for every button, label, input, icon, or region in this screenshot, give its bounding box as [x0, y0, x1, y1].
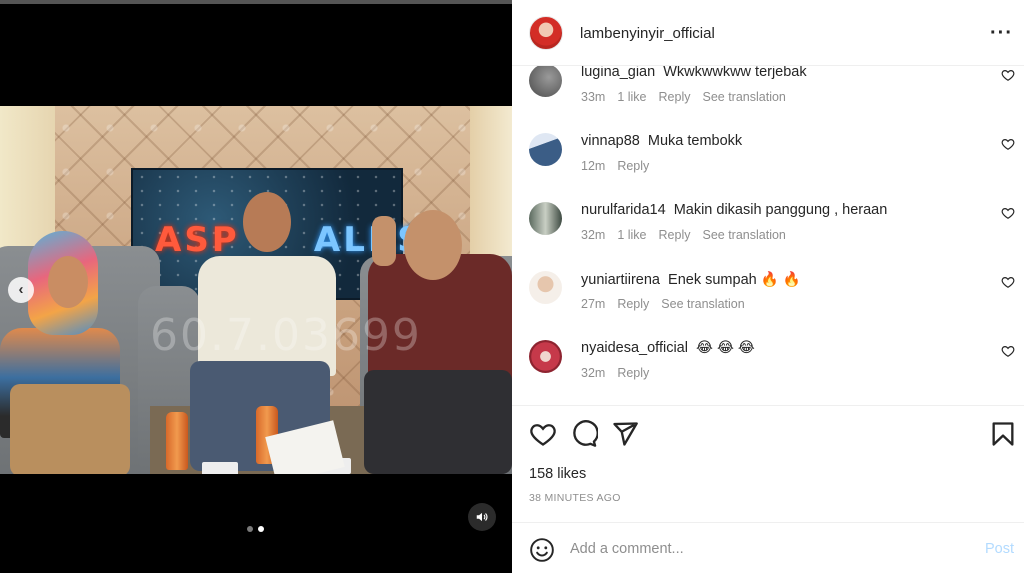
post-side-panel: lambenyinyir_official ··· lugina_gian Wk… [512, 0, 1024, 573]
comment-body: Muka tembokk [647, 133, 743, 149]
comment-reply-button[interactable]: Reply [617, 159, 649, 173]
post-header: lambenyinyir_official ··· [512, 0, 1024, 66]
bottle-1 [166, 412, 188, 470]
comment-time[interactable]: 27m [581, 297, 605, 311]
comment-meta: 27m Reply See translation [581, 297, 745, 311]
comment-text: nurulfarida14 Makin dikasih panggung , h… [581, 202, 887, 218]
comment-username[interactable]: yuniartiirena [581, 272, 660, 288]
heart-icon[interactable] [1001, 275, 1015, 289]
comment-time[interactable]: 12m [581, 159, 605, 173]
comment-username[interactable]: lugina_gian [581, 66, 655, 80]
comment-text: yuniartiirena Enek sumpah 🔥 🔥 [581, 271, 801, 288]
heart-icon[interactable] [529, 420, 557, 448]
comment-time[interactable]: 32m [581, 228, 605, 242]
carousel-prev-button[interactable]: ‹ [8, 277, 34, 303]
comment-item: nurulfarida14 Makin dikasih panggung , h… [512, 202, 1024, 271]
comment-meta: 32m 1 like Reply See translation [581, 228, 786, 242]
heart-icon[interactable] [1001, 206, 1015, 220]
video-frame[interactable]: ASP ALKS 60.7.03699 [0, 106, 512, 474]
comment-reply-button[interactable]: Reply [617, 366, 649, 380]
comment-body: Makin dikasih panggung , heraan [673, 202, 888, 218]
author-avatar[interactable] [529, 16, 563, 50]
heart-icon[interactable] [1001, 137, 1015, 151]
see-translation-button[interactable]: See translation [702, 90, 785, 104]
comment-username[interactable]: nyaidesa_official [581, 340, 688, 356]
person-right-head [404, 210, 462, 280]
comment-body: Enek sumpah 🔥 🔥 [668, 272, 801, 288]
comments-list[interactable]: lugina_gian Wkwkwwkww terjebak 33m 1 lik… [512, 66, 1024, 406]
carousel-dot-1 [247, 526, 253, 532]
person-right-legs [364, 370, 512, 474]
comment-body: Wkwkwwkww terjebak [663, 66, 807, 80]
send-icon[interactable] [611, 420, 639, 448]
person-center-head [243, 192, 291, 252]
comment-composer: Post [512, 522, 1024, 573]
comment-item: nyaidesa_official 😂 😂 😂 32m Reply [512, 340, 1024, 405]
screen-title-a: ASP [155, 220, 240, 260]
person-left-face [48, 256, 88, 308]
heart-icon[interactable] [1001, 344, 1015, 358]
comment-reply-button[interactable]: Reply [659, 228, 691, 242]
comment-text: lugina_gian Wkwkwwkww terjebak [581, 66, 807, 80]
comment-item: yuniartiirena Enek sumpah 🔥 🔥 27m Reply … [512, 271, 1024, 340]
comment-icon[interactable] [570, 420, 598, 448]
comment-reply-button[interactable]: Reply [617, 297, 649, 311]
comment-time[interactable]: 32m [581, 366, 605, 380]
comment-reply-button[interactable]: Reply [659, 90, 691, 104]
comment-text: vinnap88 Muka tembokk [581, 133, 742, 149]
smiley-icon[interactable] [529, 537, 555, 563]
comment-username[interactable]: nurulfarida14 [581, 202, 666, 218]
comment-body: 😂 😂 😂 [695, 340, 755, 356]
comment-likes[interactable]: 1 like [617, 90, 646, 104]
comment-avatar[interactable] [529, 66, 562, 97]
comment-item: lugina_gian Wkwkwwkww terjebak 33m 1 lik… [512, 66, 1024, 133]
heart-icon[interactable] [1001, 68, 1015, 82]
post-media[interactable]: ASP ALKS 60.7.03699 ‹ [0, 0, 512, 573]
comment-likes[interactable]: 1 like [617, 228, 646, 242]
comment-username[interactable]: vinnap88 [581, 133, 640, 149]
comment-avatar[interactable] [529, 133, 562, 166]
comment-meta: 12m Reply [581, 159, 649, 173]
comment-avatar[interactable] [529, 340, 562, 373]
post-timestamp[interactable]: 38 MINUTES AGO [529, 492, 621, 504]
see-translation-button[interactable]: See translation [702, 228, 785, 242]
window-right [470, 106, 512, 276]
action-bar [512, 420, 1024, 450]
comment-time[interactable]: 33m [581, 90, 605, 104]
cup-1 [202, 462, 238, 474]
person-right-hand [372, 216, 396, 266]
speaker-icon [476, 512, 488, 522]
comment-meta: 33m 1 like Reply See translation [581, 90, 786, 104]
carousel-dot-2 [258, 526, 264, 532]
mute-button[interactable] [468, 503, 496, 531]
carousel-indicator [247, 526, 264, 532]
bookmark-icon[interactable] [989, 420, 1017, 448]
more-options-button[interactable]: ··· [990, 22, 1013, 45]
comment-item: vinnap88 Muka tembokk 12m Reply [512, 133, 1024, 202]
more-horizontal-icon: ··· [990, 22, 1013, 44]
comment-meta: 32m Reply [581, 366, 649, 380]
comment-text: nyaidesa_official 😂 😂 😂 [581, 340, 755, 356]
post-comment-button[interactable]: Post [985, 541, 1014, 557]
chevron-left-icon: ‹ [18, 281, 24, 298]
comment-input[interactable] [570, 541, 950, 557]
comment-avatar[interactable] [529, 202, 562, 235]
see-translation-button[interactable]: See translation [661, 297, 744, 311]
video-watermark: 60.7.03699 [150, 310, 422, 361]
comment-avatar[interactable] [529, 271, 562, 304]
person-left-legs [10, 384, 130, 474]
top-strip [0, 0, 512, 4]
likes-count[interactable]: 158 likes [529, 466, 586, 482]
author-username[interactable]: lambenyinyir_official [580, 25, 715, 42]
